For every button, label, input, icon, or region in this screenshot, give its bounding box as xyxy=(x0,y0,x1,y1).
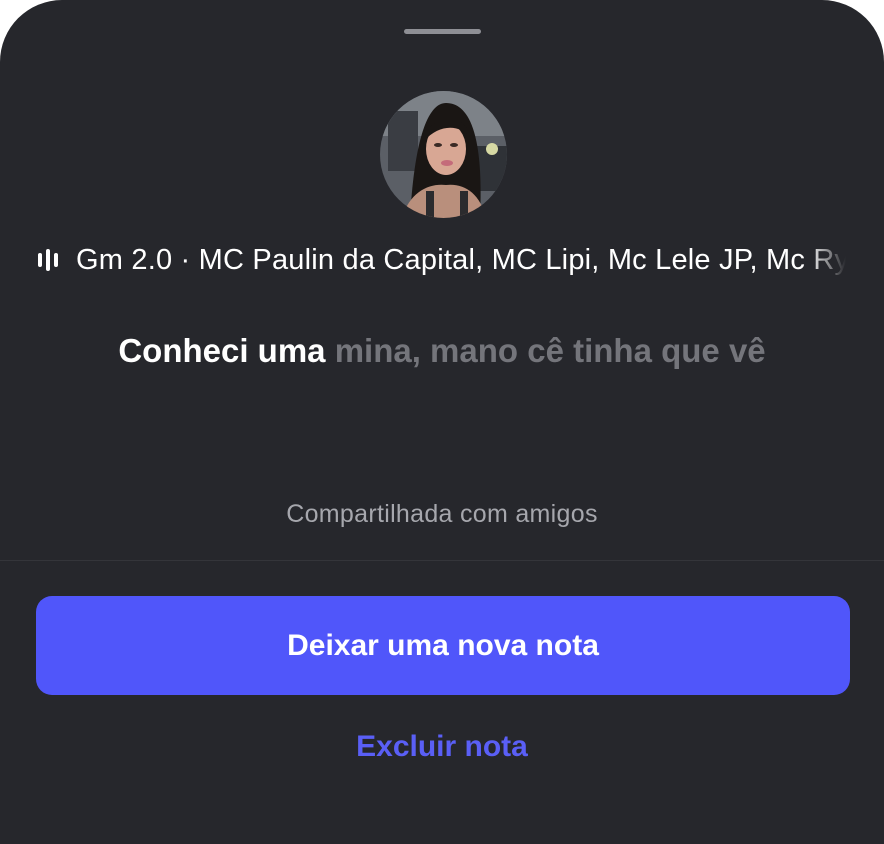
profile-photo xyxy=(380,91,507,218)
drag-handle[interactable] xyxy=(404,29,481,34)
note-bottom-sheet: Gm 2.0 · MC Paulin da Capital, MC Lipi, … xyxy=(0,0,884,844)
now-playing-marquee: Gm 2.0 · MC Paulin da Capital, MC Lipi, … xyxy=(38,238,846,282)
audience-label: Compartilhada com amigos xyxy=(286,500,598,528)
song-title: Gm 2.0 xyxy=(76,243,173,276)
divider xyxy=(0,560,884,561)
leave-new-note-button[interactable]: Deixar uma nova nota xyxy=(36,596,850,695)
avatar[interactable] xyxy=(380,91,507,218)
note-lyrics: Conheci uma mina, mano cê tinha que vê xyxy=(90,326,794,376)
now-playing-row[interactable]: Gm 2.0 · MC Paulin da Capital, MC Lipi, … xyxy=(0,238,884,282)
song-artists: MC Paulin da Capital, MC Lipi, Mc Lele J… xyxy=(198,243,846,276)
note-lyrics-remaining: mina, mano cê tinha que vê xyxy=(325,332,766,369)
equalizer-icon xyxy=(38,249,62,271)
note-lyrics-highlighted: Conheci uma xyxy=(118,332,326,369)
song-separator: · xyxy=(172,243,199,276)
delete-note-button[interactable]: Excluir nota xyxy=(0,730,884,764)
